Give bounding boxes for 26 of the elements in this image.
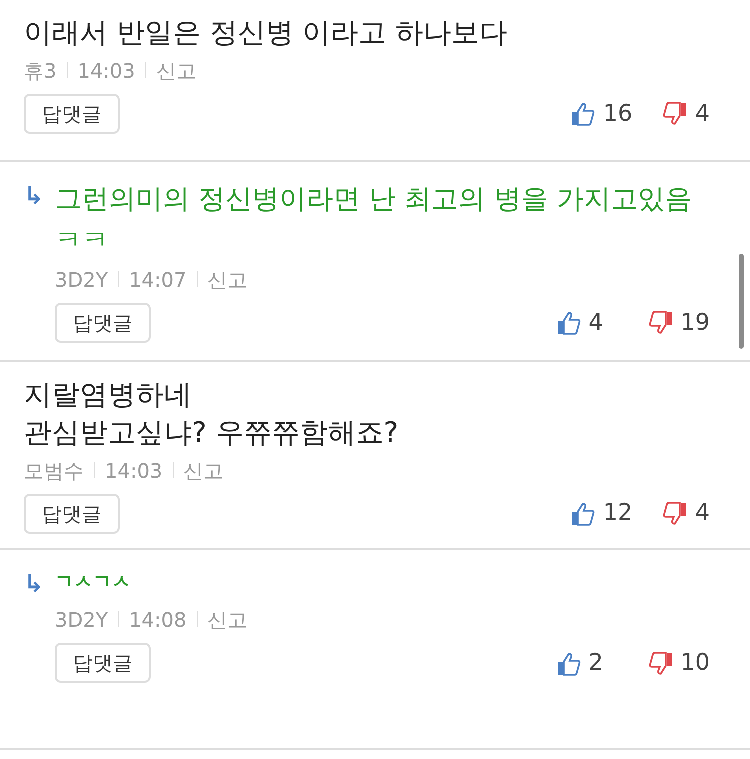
like-count: 16: [603, 100, 634, 129]
author-name: 3D2Y: [55, 268, 108, 292]
comment-text: 이래서 반일은 정신병 이라고 하나보다: [24, 15, 509, 51]
reply-button[interactable]: 답댓글: [24, 94, 120, 134]
comment-time: 14:03: [78, 58, 136, 83]
like-count: 2: [588, 648, 604, 678]
comment-time: 14:03: [105, 458, 163, 483]
reply-arrow-icon: ↳: [24, 180, 55, 261]
reply-button[interactable]: 답댓글: [55, 303, 151, 343]
reply-button[interactable]: 답댓글: [24, 494, 120, 534]
comment-time: 14:07: [129, 268, 187, 292]
reply-button[interactable]: 답댓글: [55, 643, 151, 684]
dislike-count: 4: [695, 100, 710, 129]
comment-text: 지랄염병하네 관심받고싶냐? 우쮸쮸함해죠?: [24, 377, 400, 451]
comment-time: 14:08: [129, 608, 187, 632]
author-name: 3D2Y: [55, 608, 108, 632]
dislike-count: 4: [695, 499, 710, 528]
dislike-count: 19: [680, 308, 710, 338]
author-name: 휴3: [24, 58, 57, 83]
like-count: 12: [603, 499, 634, 528]
like-count: 4: [588, 308, 604, 338]
author-name: 모범수: [24, 458, 84, 483]
dislike-count: 10: [680, 648, 710, 678]
reply-arrow-icon: ↳: [24, 568, 55, 602]
comment-text: ㄱㅅㄱㅅ: [55, 570, 132, 595]
comment-text: 그런의미의 정신병이라면 난 최고의 병을 가지고있음 ㅋㅋ: [55, 183, 693, 258]
